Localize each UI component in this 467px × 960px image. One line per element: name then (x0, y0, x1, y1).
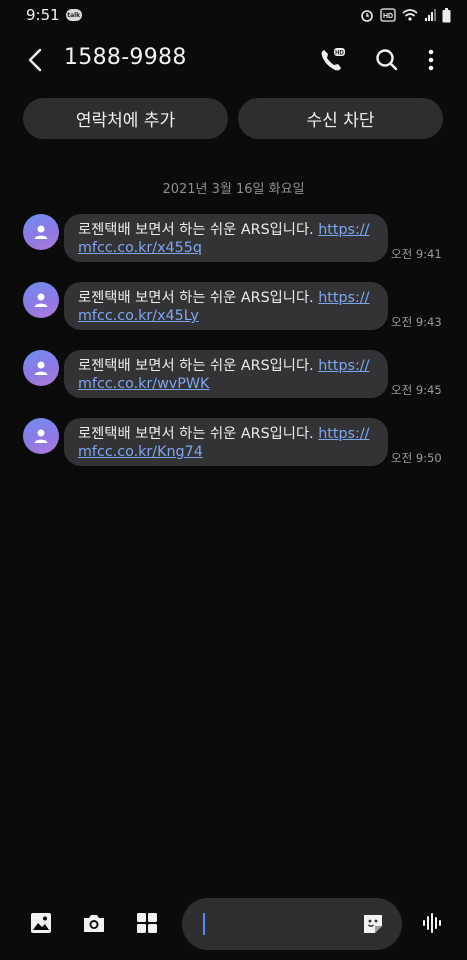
alarm-icon (361, 10, 373, 22)
block-number-button[interactable]: 수신 차단 (238, 98, 443, 139)
gallery-icon[interactable] (28, 910, 54, 936)
message-text: 로젠택배 보면서 하는 쉬운 ARS입니다. (78, 358, 319, 374)
message-bubble[interactable]: 로젠택배 보면서 하는 쉬운 ARS입니다. https:// mfcc.co.… (64, 214, 388, 262)
avatar[interactable] (23, 418, 59, 454)
message-link[interactable]: https:// (318, 290, 369, 306)
message-link[interactable]: https:// (318, 358, 369, 374)
status-bar: 9:51 talk HD (0, 0, 467, 30)
contact-number-title: 1588-9988 (64, 45, 187, 70)
person-icon (34, 293, 48, 307)
message-time: 오전 9:50 (391, 451, 442, 465)
status-icons: HD (360, 7, 451, 23)
signal-icon (425, 9, 436, 21)
search-icon[interactable] (373, 46, 401, 74)
svg-text:HD: HD (335, 51, 344, 57)
avatar[interactable] (23, 350, 59, 386)
message-time: 오전 9:43 (391, 315, 442, 329)
message-bubble[interactable]: 로젠택배 보면서 하는 쉬운 ARS입니다. https:// mfcc.co.… (64, 350, 388, 398)
message-link[interactable]: https:// (318, 426, 369, 442)
message-time: 오전 9:41 (391, 247, 442, 261)
wifi-icon (402, 9, 418, 21)
message-time: 오전 9:45 (391, 383, 442, 397)
more-vertical-icon[interactable] (417, 46, 445, 74)
message-text: 로젠택배 보면서 하는 쉬운 ARS입니다. (78, 290, 319, 306)
status-left: 9:51 talk (26, 6, 82, 24)
message-link-continued[interactable]: mfcc.co.kr/wvPWK (78, 376, 209, 392)
message-link[interactable]: https:// (318, 222, 369, 238)
text-cursor (203, 913, 205, 935)
date-separator: 2021년 3월 16일 화요일 (162, 182, 305, 197)
person-icon (34, 225, 48, 239)
message-row: 로젠택배 보면서 하는 쉬운 ARS입니다. https:// mfcc.co.… (0, 418, 467, 470)
message-link-continued[interactable]: mfcc.co.kr/x45Ly (78, 308, 199, 324)
hd-voice-icon: HD (380, 8, 396, 22)
avatar[interactable] (23, 282, 59, 318)
person-icon (34, 429, 48, 443)
voice-wave-icon[interactable] (420, 910, 446, 936)
battery-icon (442, 7, 451, 22)
add-to-contacts-button[interactable]: 연락처에 추가 (23, 98, 228, 139)
kakaotalk-notification-icon: talk (65, 9, 82, 21)
message-text: 로젠택배 보면서 하는 쉬운 ARS입니다. (78, 222, 319, 238)
svg-text:HD: HD (383, 13, 393, 20)
message-row: 로젠택배 보면서 하는 쉬운 ARS입니다. https:// mfcc.co.… (0, 350, 467, 402)
message-text: 로젠택배 보면서 하는 쉬운 ARS입니다. (78, 426, 319, 442)
message-row: 로젠택배 보면서 하는 쉬운 ARS입니다. https:// mfcc.co.… (0, 214, 467, 266)
message-input[interactable] (182, 898, 402, 950)
sticker-icon[interactable] (360, 911, 386, 937)
person-icon (34, 361, 48, 375)
message-link-continued[interactable]: mfcc.co.kr/Kng74 (78, 444, 203, 460)
back-arrow-icon[interactable] (22, 46, 50, 74)
avatar[interactable] (23, 214, 59, 250)
apps-grid-icon[interactable] (134, 910, 160, 936)
conversation-header: 1588-9988 HD (0, 36, 467, 84)
message-bubble[interactable]: 로젠택배 보면서 하는 쉬운 ARS입니다. https:// mfcc.co.… (64, 418, 388, 466)
camera-icon[interactable] (81, 910, 107, 936)
message-link-continued[interactable]: mfcc.co.kr/x455q (78, 240, 202, 256)
message-bubble[interactable]: 로젠택배 보면서 하는 쉬운 ARS입니다. https:// mfcc.co.… (64, 282, 388, 330)
status-time: 9:51 (26, 6, 60, 24)
hd-call-icon[interactable]: HD (318, 46, 346, 74)
message-row: 로젠택배 보면서 하는 쉬운 ARS입니다. https:// mfcc.co.… (0, 282, 467, 334)
